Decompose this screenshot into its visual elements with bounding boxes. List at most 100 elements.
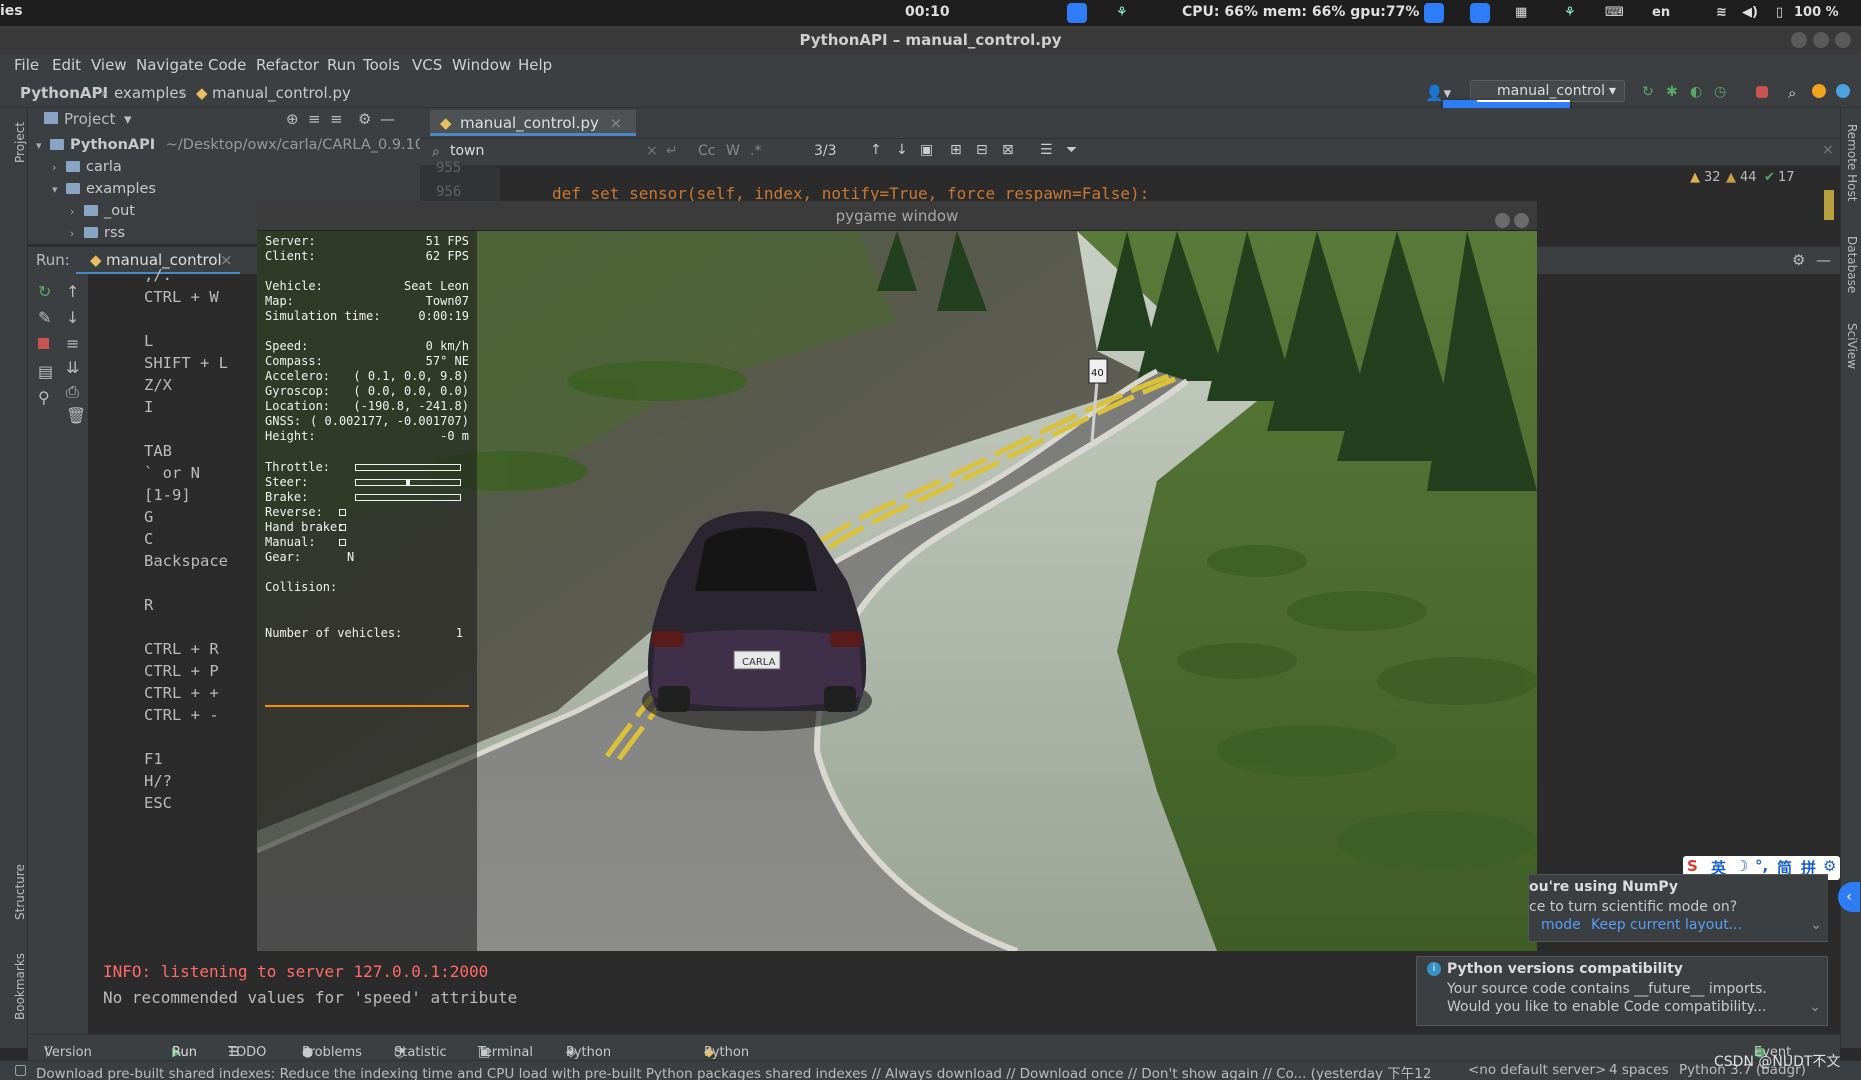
- tree-item-carla[interactable]: › carla: [52, 156, 122, 178]
- calendar-icon[interactable]: ▦: [1515, 5, 1527, 20]
- down-arrow-icon[interactable]: ↓: [66, 308, 80, 327]
- tree-item-root[interactable]: ▾ PythonAPI ~/Desktop/owx/carla/CARLA_0.9…: [36, 134, 443, 156]
- close-button[interactable]: [1835, 32, 1851, 48]
- search-history-icon[interactable]: ↵: [666, 143, 678, 159]
- hide-panel-icon[interactable]: —: [380, 110, 395, 128]
- previous-match-icon[interactable]: ↑: [870, 142, 882, 158]
- deployment-server[interactable]: <no default server>: [1468, 1062, 1606, 1078]
- breadcrumb-file[interactable]: manual_control.py: [212, 84, 351, 102]
- typo-count[interactable]: 17: [1778, 170, 1795, 185]
- tray-app-icon-2[interactable]: ⚘: [1564, 5, 1576, 20]
- close-tab-icon[interactable]: ×: [610, 114, 623, 132]
- menu-refactor[interactable]: Refactor: [256, 56, 319, 74]
- chevron-down-icon[interactable]: ▾: [124, 110, 132, 128]
- chevron-right-icon[interactable]: ›: [70, 223, 84, 245]
- whole-words-toggle[interactable]: W: [726, 143, 740, 159]
- jetbrains-icon[interactable]: [1836, 84, 1850, 98]
- clear-search-icon[interactable]: ×: [646, 143, 658, 159]
- close-find-icon[interactable]: ×: [1822, 142, 1834, 158]
- remove-selection-icon[interactable]: ⊟: [976, 142, 988, 158]
- status-panel-icon[interactable]: ▢: [14, 1062, 27, 1078]
- up-arrow-icon[interactable]: ↑: [66, 282, 80, 301]
- tree-item-rss[interactable]: › rss: [70, 222, 125, 244]
- tree-item-examples[interactable]: ▾ examples: [52, 178, 156, 200]
- gear-icon[interactable]: ⚙: [1792, 251, 1805, 269]
- chevron-right-icon[interactable]: ›: [52, 157, 66, 179]
- bookmarks-tool-tab[interactable]: Bookmarks: [13, 953, 27, 1020]
- warning-icon[interactable]: ▲: [1690, 170, 1700, 185]
- breadcrumb-folder[interactable]: examples: [114, 84, 186, 102]
- select-all-occurrences-icon[interactable]: ⊠: [1002, 142, 1014, 158]
- collapse-side-icon[interactable]: ‹: [1838, 882, 1860, 912]
- profile-icon[interactable]: ◷: [1714, 84, 1728, 100]
- chevron-down-icon[interactable]: ▾: [52, 179, 66, 201]
- check-icon[interactable]: ✔: [1764, 170, 1775, 185]
- search-icon[interactable]: ⌕: [1788, 84, 1802, 102]
- menu-edit[interactable]: Edit: [52, 56, 81, 74]
- coverage-icon[interactable]: ◐: [1690, 84, 1704, 100]
- project-tool-tab[interactable]: Project: [13, 122, 27, 163]
- baidu-icon[interactable]: [1424, 3, 1444, 23]
- structure-tool-tab[interactable]: Structure: [13, 864, 27, 920]
- system-monitor-text[interactable]: CPU: 66% mem: 66% gpu:77%: [1182, 4, 1419, 20]
- language-indicator[interactable]: en: [1652, 5, 1670, 20]
- scientific-mode-link[interactable]: mode: [1541, 917, 1581, 933]
- close-button[interactable]: [1514, 213, 1529, 228]
- run-configuration-select[interactable]: manual_control ▾: [1470, 80, 1625, 102]
- pygame-view[interactable]: 40 CARLA Server: 51 FPS Client: 62 FPS Veh…: [257, 231, 1537, 951]
- editor-tab-manual-control[interactable]: ◆ manual_control.py ×: [430, 110, 637, 136]
- menu-window[interactable]: Window: [452, 56, 511, 74]
- scroll-to-end-icon[interactable]: ⇊: [66, 358, 80, 377]
- print-icon[interactable]: ⎙: [66, 382, 80, 401]
- hide-panel-icon[interactable]: —: [1816, 251, 1831, 269]
- menu-view[interactable]: View: [91, 56, 127, 74]
- stop-icon[interactable]: [1756, 86, 1768, 98]
- next-match-icon[interactable]: ↓: [896, 142, 908, 158]
- weak-warning-icon[interactable]: ▲: [1726, 170, 1736, 185]
- keep-layout-link[interactable]: Keep current layout...: [1591, 917, 1742, 933]
- rerun-icon[interactable]: ↻: [38, 282, 52, 301]
- add-selection-icon[interactable]: ⊞: [950, 142, 962, 158]
- menu-tools[interactable]: Tools: [363, 56, 400, 74]
- chevron-down-icon[interactable]: ⌄: [1809, 999, 1821, 1015]
- filter-icon[interactable]: ⏷: [1066, 142, 1077, 158]
- chevron-down-icon[interactable]: ⌄: [1810, 917, 1822, 933]
- select-all-icon[interactable]: ▣: [920, 142, 933, 158]
- filter-options-icon[interactable]: ☰: [1040, 142, 1053, 158]
- close-run-tab-icon[interactable]: ×: [220, 251, 233, 269]
- menu-help[interactable]: Help: [518, 56, 552, 74]
- menu-vcs[interactable]: VCS: [412, 56, 442, 74]
- editor-scrollbar-marker[interactable]: [1824, 190, 1834, 220]
- expand-all-icon[interactable]: ≡: [308, 110, 321, 128]
- remote-host-tool-tab[interactable]: Remote Host: [1845, 124, 1859, 201]
- wrench-icon[interactable]: ✎: [38, 308, 52, 327]
- update-icon[interactable]: [1812, 84, 1826, 98]
- weak-warning-count[interactable]: 44: [1740, 170, 1757, 185]
- tray-app-icon[interactable]: ⚘: [1116, 5, 1128, 20]
- layout-icon[interactable]: ▤: [38, 362, 53, 381]
- tree-item-out[interactable]: › _out: [70, 200, 135, 222]
- menu-run[interactable]: Run: [327, 56, 356, 74]
- system-clock[interactable]: 00:10: [905, 4, 950, 20]
- find-input[interactable]: town: [450, 143, 484, 159]
- match-case-toggle[interactable]: Cc: [698, 143, 715, 159]
- punctuation-icon[interactable]: °,: [1755, 857, 1768, 875]
- stop-icon[interactable]: [38, 338, 49, 349]
- locate-icon[interactable]: ⊕: [286, 110, 299, 128]
- moon-icon[interactable]: ☽: [1735, 857, 1748, 875]
- trash-icon[interactable]: 🗑: [66, 406, 86, 425]
- baidu-icon-2[interactable]: [1470, 3, 1490, 23]
- pin-icon[interactable]: ⚲: [38, 388, 52, 407]
- debug-icon[interactable]: ✱: [1666, 84, 1680, 100]
- project-view-select[interactable]: Project: [64, 110, 115, 128]
- status-message[interactable]: Download pre-built shared indexes: Reduc…: [36, 1062, 1432, 1080]
- regex-toggle[interactable]: .*: [750, 143, 761, 159]
- warning-count[interactable]: 32: [1704, 170, 1721, 185]
- rerun-icon[interactable]: ↻: [1642, 84, 1656, 100]
- sogou-icon[interactable]: S: [1687, 857, 1698, 875]
- chevron-down-icon[interactable]: ▾: [36, 135, 50, 157]
- keyboard-icon[interactable]: ⌨: [1605, 5, 1624, 20]
- minimize-button[interactable]: [1791, 32, 1807, 48]
- battery-icon[interactable]: ▯: [1776, 5, 1783, 20]
- gear-icon[interactable]: ⚙: [1823, 857, 1836, 875]
